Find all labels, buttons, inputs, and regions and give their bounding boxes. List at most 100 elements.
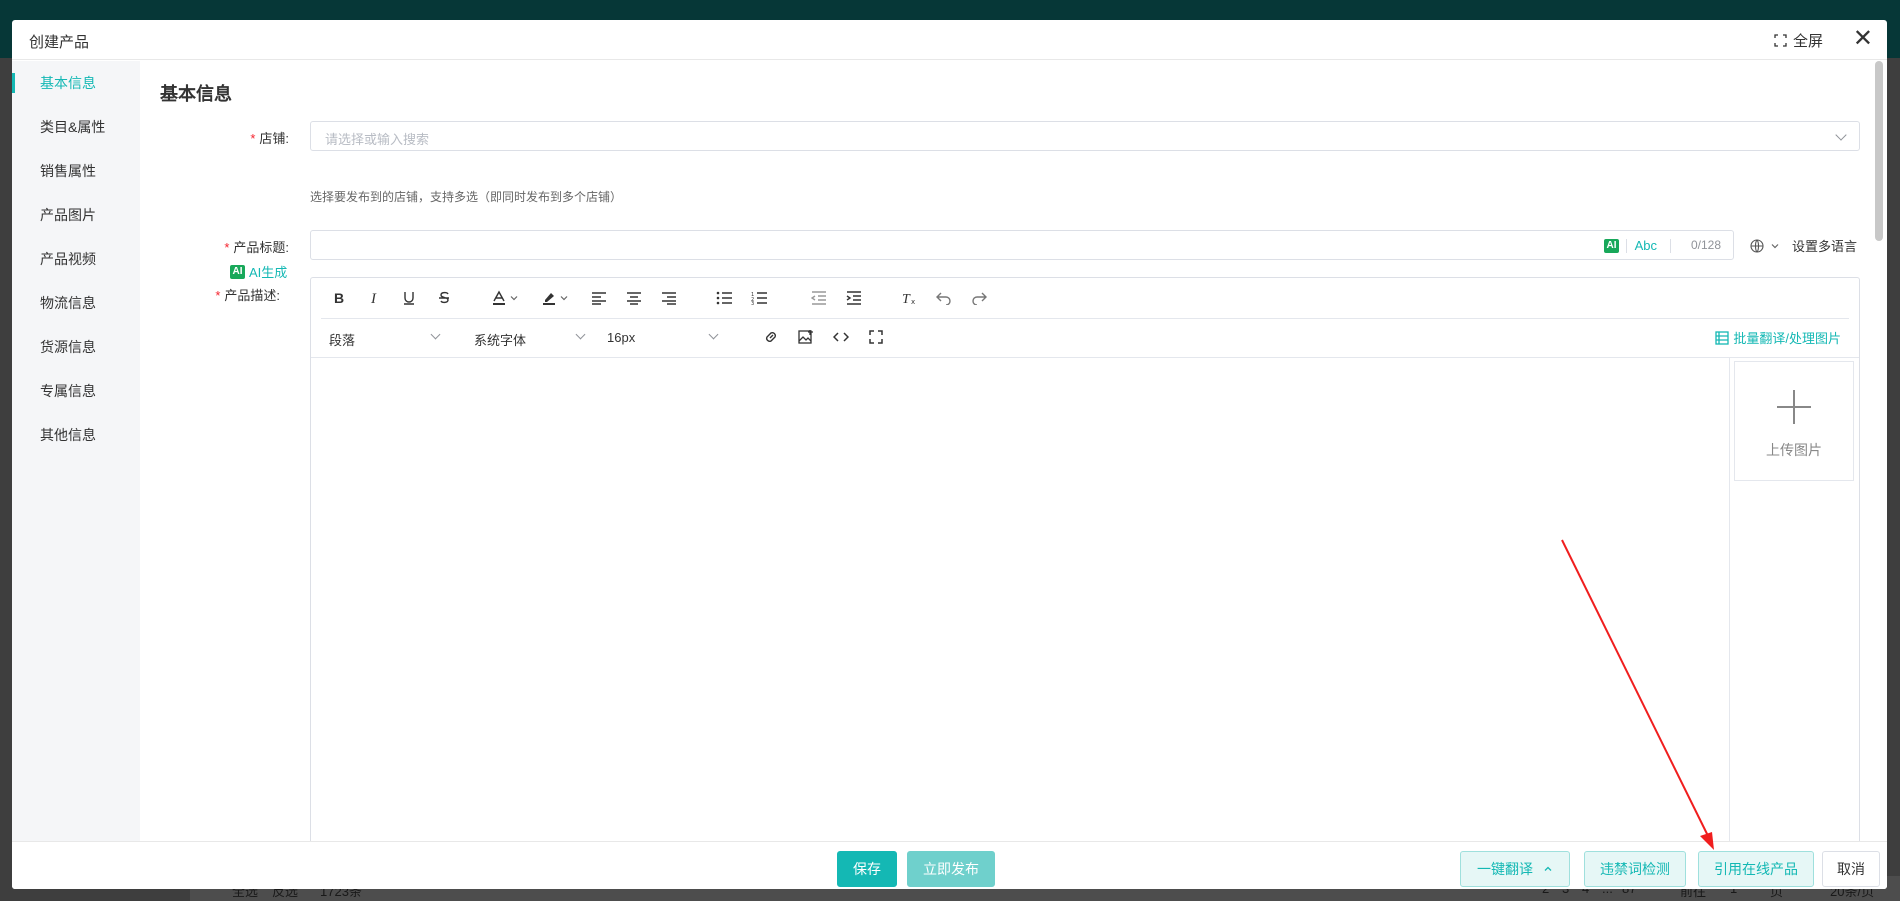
svg-text:x: x bbox=[911, 298, 915, 305]
ai-generate-button[interactable]: AI AI生成 bbox=[230, 262, 287, 281]
paragraph-select[interactable]: 段落 bbox=[321, 324, 451, 352]
ai-icon: AI bbox=[230, 264, 245, 279]
sidebar-item-other[interactable]: 其他信息 bbox=[12, 413, 140, 457]
svg-text:I: I bbox=[370, 291, 377, 305]
modal-scrollbar[interactable] bbox=[1875, 61, 1883, 241]
store-select-placeholder: 请选择或输入搜索 bbox=[325, 132, 430, 147]
form-content: 基本信息 * 店铺: 请选择或输入搜索 选择要发布到的店铺，支持多选（即同时发布到… bbox=[140, 61, 1860, 877]
section-sidebar: 基本信息 类目&属性 销售属性 产品图片 产品视频 物流信息 货源信息 专属信息… bbox=[12, 61, 140, 841]
description-label-text: 产品描述: bbox=[224, 288, 280, 303]
code-view-icon[interactable] bbox=[828, 325, 854, 349]
sidebar-item-exclusive[interactable]: 专属信息 bbox=[12, 369, 140, 413]
title-char-counter: 0/128 bbox=[1690, 238, 1721, 252]
save-button[interactable]: 保存 bbox=[837, 851, 897, 887]
svg-text:T: T bbox=[902, 292, 911, 305]
title-label: * 产品标题: bbox=[169, 237, 289, 256]
batch-translate-button[interactable]: 批量翻译/处理图片 bbox=[1715, 328, 1841, 347]
sidebar-item-supply[interactable]: 货源信息 bbox=[12, 325, 140, 369]
image-list-icon bbox=[1715, 330, 1730, 345]
link-icon[interactable] bbox=[758, 325, 784, 349]
modal-header: 创建产品 全屏 ✕ bbox=[12, 20, 1887, 60]
divider bbox=[1626, 239, 1627, 253]
one-click-translate-button[interactable]: 一键翻译 bbox=[1460, 851, 1570, 887]
svg-text:3: 3 bbox=[751, 301, 754, 305]
chevron-down-icon bbox=[1771, 243, 1779, 248]
editor-fullscreen-icon[interactable] bbox=[863, 325, 889, 349]
section-title: 基本信息 bbox=[160, 84, 232, 104]
chevron-up-icon bbox=[1544, 866, 1552, 871]
font-family-select[interactable]: 系统字体 bbox=[466, 324, 594, 352]
globe-icon bbox=[1750, 238, 1764, 253]
svg-text:B: B bbox=[334, 291, 344, 305]
reference-online-product-button[interactable]: 引用在线产品 bbox=[1698, 851, 1814, 887]
editor-image-panel: 上传图片 bbox=[1729, 357, 1859, 877]
modal-title: 创建产品 bbox=[29, 34, 90, 51]
fullscreen-button[interactable]: 全屏 bbox=[1774, 30, 1823, 51]
clear-format-icon[interactable]: Tx bbox=[896, 286, 922, 310]
sidebar-item-logistics[interactable]: 物流信息 bbox=[12, 281, 140, 325]
sidebar-item-basic-info[interactable]: 基本信息 bbox=[12, 61, 140, 105]
store-label: * 店铺: bbox=[169, 128, 289, 147]
close-icon[interactable]: ✕ bbox=[1853, 26, 1873, 52]
editor-toolbar-formatting: B I 123 Tx bbox=[311, 278, 1859, 318]
bullet-list-icon[interactable] bbox=[711, 286, 737, 310]
modal-footer: 保存 立即发布 一键翻译 违禁词检测 引用在线产品 取消 bbox=[12, 841, 1887, 889]
multi-language-control[interactable]: 设置多语言 bbox=[1750, 236, 1857, 255]
indent-icon[interactable] bbox=[841, 286, 867, 310]
required-mark: * bbox=[215, 288, 221, 303]
italic-icon[interactable]: I bbox=[361, 286, 387, 310]
font-family-select-value: 系统字体 bbox=[474, 333, 527, 348]
underline-icon[interactable] bbox=[396, 286, 422, 310]
ai-generate-label: AI生成 bbox=[249, 265, 288, 280]
align-center-icon[interactable] bbox=[621, 286, 647, 310]
rich-text-editor: B I 123 Tx 段落 系统字体 16px 批量翻译/处理图片 上传图片 bbox=[310, 277, 1860, 877]
chevron-down-icon[interactable] bbox=[557, 286, 571, 310]
chevron-down-icon[interactable] bbox=[507, 286, 521, 310]
numbered-list-icon[interactable]: 123 bbox=[746, 286, 772, 310]
chevron-down-icon bbox=[708, 329, 719, 340]
abc-case-button[interactable]: Abc bbox=[1635, 238, 1657, 253]
required-mark: * bbox=[224, 240, 230, 255]
create-product-modal: 创建产品 全屏 ✕ 基本信息 类目&属性 销售属性 产品图片 产品视频 物流信息… bbox=[12, 20, 1887, 889]
store-hint: 选择要发布到的店铺，支持多选（即同时发布到多个店铺） bbox=[310, 190, 623, 204]
sidebar-item-product-images[interactable]: 产品图片 bbox=[12, 193, 140, 237]
required-mark: * bbox=[250, 131, 256, 146]
publish-now-button[interactable]: 立即发布 bbox=[907, 851, 995, 887]
fullscreen-label: 全屏 bbox=[1792, 33, 1823, 50]
outdent-icon[interactable] bbox=[806, 286, 832, 310]
sidebar-item-category[interactable]: 类目&属性 bbox=[12, 105, 140, 149]
ai-icon[interactable]: AI bbox=[1604, 239, 1619, 253]
paragraph-select-value: 段落 bbox=[329, 333, 356, 348]
chevron-down-icon bbox=[575, 329, 586, 340]
set-multi-language-link[interactable]: 设置多语言 bbox=[1792, 236, 1857, 255]
divider bbox=[1670, 239, 1671, 253]
title-label-text: 产品标题: bbox=[233, 240, 289, 255]
sidebar-item-product-video[interactable]: 产品视频 bbox=[12, 237, 140, 281]
store-label-text: 店铺: bbox=[259, 131, 289, 146]
font-size-select[interactable]: 16px bbox=[599, 324, 727, 352]
batch-translate-label: 批量翻译/处理图片 bbox=[1733, 331, 1841, 346]
upload-image-button[interactable]: 上传图片 bbox=[1734, 361, 1854, 481]
cancel-button[interactable]: 取消 bbox=[1822, 851, 1880, 887]
fullscreen-icon bbox=[1774, 34, 1787, 47]
align-right-icon[interactable] bbox=[656, 286, 682, 310]
sidebar-item-sales-attributes[interactable]: 销售属性 bbox=[12, 149, 140, 193]
chevron-down-icon bbox=[1835, 129, 1847, 141]
editor-content-area[interactable] bbox=[311, 357, 1729, 877]
one-click-translate-label: 一键翻译 bbox=[1477, 861, 1534, 877]
plus-icon bbox=[1793, 390, 1795, 424]
align-left-icon[interactable] bbox=[586, 286, 612, 310]
redo-icon[interactable] bbox=[966, 286, 992, 310]
prohibited-words-check-button[interactable]: 违禁词检测 bbox=[1584, 851, 1686, 887]
upload-image-label: 上传图片 bbox=[1766, 442, 1822, 458]
product-title-input[interactable]: AI Abc 0/128 bbox=[310, 230, 1734, 260]
strikethrough-icon[interactable] bbox=[431, 286, 457, 310]
description-label: * 产品描述: bbox=[160, 285, 280, 304]
editor-toolbar-styles: 段落 系统字体 16px 批量翻译/处理图片 bbox=[321, 318, 1849, 356]
store-select[interactable]: 请选择或输入搜索 bbox=[310, 121, 1860, 151]
chevron-down-icon bbox=[430, 329, 441, 340]
bold-icon[interactable]: B bbox=[326, 286, 352, 310]
undo-icon[interactable] bbox=[931, 286, 957, 310]
font-size-select-value: 16px bbox=[607, 330, 636, 345]
image-insert-icon[interactable] bbox=[793, 325, 819, 349]
